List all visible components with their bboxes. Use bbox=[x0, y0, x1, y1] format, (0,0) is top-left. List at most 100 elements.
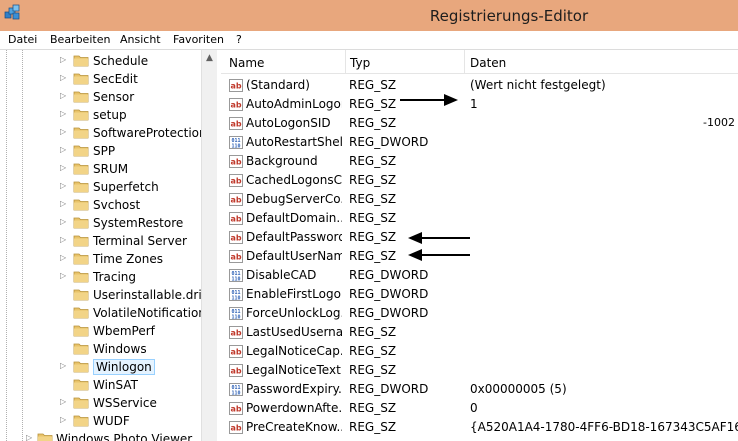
menu-bearbeiten[interactable]: Bearbeiten bbox=[50, 33, 110, 46]
expand-arrow-icon[interactable]: ▷ bbox=[60, 217, 68, 227]
tree-item[interactable]: ▷ Tracing bbox=[0, 268, 216, 286]
tree-item-label: SecEdit bbox=[93, 72, 138, 86]
tree-item-label: Winlogon bbox=[93, 359, 155, 375]
menu-ansicht[interactable]: Ansicht bbox=[120, 33, 161, 46]
expand-arrow-icon[interactable]: ▷ bbox=[60, 361, 68, 371]
column-separator[interactable] bbox=[464, 50, 465, 74]
expand-arrow-icon[interactable]: ▷ bbox=[60, 271, 68, 281]
expand-arrow-icon[interactable]: ▷ bbox=[60, 415, 68, 425]
tree-item[interactable]: ▷ Sensor bbox=[0, 88, 216, 106]
registry-value-row[interactable]: ab Background REG_SZ bbox=[221, 152, 738, 171]
registry-value-row[interactable]: ab LegalNoticeText REG_SZ bbox=[221, 361, 738, 380]
tree-item[interactable]: Userinstallable.drive bbox=[0, 286, 216, 304]
value-type: REG_DWORD bbox=[349, 382, 429, 396]
string-value-icon: ab bbox=[229, 231, 243, 244]
registry-values-list[interactable]: Name Typ Daten ab (Standard) REG_SZ (Wert n… bbox=[221, 50, 738, 441]
value-type: REG_SZ bbox=[349, 78, 397, 92]
column-header-data[interactable]: Daten bbox=[470, 56, 506, 70]
registry-key-tree[interactable]: ▷ Schedule ▷ SecEdit ▷ Sensor ▷ setup ▷ SoftwareP… bbox=[0, 50, 217, 441]
registry-value-row[interactable]: ab DebugServerCo... REG_SZ bbox=[221, 190, 738, 209]
expand-arrow-icon[interactable]: ▷ bbox=[60, 55, 68, 65]
expand-arrow-icon[interactable]: ▷ bbox=[60, 145, 68, 155]
menu-favoriten[interactable]: Favoriten bbox=[173, 33, 224, 46]
expand-arrow-icon[interactable]: ▷ bbox=[60, 253, 68, 263]
tree-item-label: Schedule bbox=[93, 54, 149, 68]
value-name: EnableFirstLogo... bbox=[246, 287, 342, 301]
tree-item[interactable]: ▷ Superfetch bbox=[0, 178, 216, 196]
registry-value-row[interactable]: 011 110 DisableCAD REG_DWORD bbox=[221, 266, 738, 285]
tree-item[interactable]: ▷ Winlogon bbox=[0, 358, 216, 376]
tree-item-label: Windows Photo Viewer bbox=[56, 432, 193, 441]
expand-arrow-icon[interactable]: ▷ bbox=[60, 73, 68, 83]
value-type: REG_SZ bbox=[349, 97, 397, 111]
tree-item[interactable]: ▷ setup bbox=[0, 106, 216, 124]
column-header-type[interactable]: Typ bbox=[350, 56, 370, 70]
svg-text:ab: ab bbox=[230, 424, 241, 433]
value-name: PowerdownAfte... bbox=[246, 401, 342, 415]
expand-arrow-icon[interactable]: ▷ bbox=[60, 199, 68, 209]
registry-value-row[interactable]: 011 110 ForceUnlockLog... REG_DWORD bbox=[221, 304, 738, 323]
registry-value-row[interactable]: 011 110 AutoRestartShell REG_DWORD bbox=[221, 133, 738, 152]
tree-item[interactable]: WinSAT bbox=[0, 376, 216, 394]
expand-arrow-icon[interactable]: ▷ bbox=[60, 91, 68, 101]
tree-item[interactable]: ▷ SRUM bbox=[0, 160, 216, 178]
folder-icon bbox=[73, 199, 89, 211]
value-type: REG_DWORD bbox=[349, 306, 429, 320]
folder-icon bbox=[73, 361, 89, 373]
expand-arrow-icon[interactable]: ▷ bbox=[60, 109, 68, 119]
scroll-up-arrow-icon[interactable]: ▲ bbox=[202, 50, 217, 67]
binary-value-icon: 011110 bbox=[229, 136, 243, 149]
tree-item[interactable]: VolatileNotifications bbox=[0, 304, 216, 322]
tree-item[interactable]: ▷ Windows Photo Viewer bbox=[0, 430, 216, 441]
expand-arrow-icon[interactable]: ▷ bbox=[26, 433, 34, 441]
string-value-icon: ab bbox=[229, 421, 243, 434]
registry-value-row[interactable]: ab PowerdownAfte... REG_SZ 0 bbox=[221, 399, 738, 418]
registry-value-row[interactable]: ab DefaultPassword REG_SZ bbox=[221, 228, 738, 247]
tree-item[interactable]: ▷ Terminal Server bbox=[0, 232, 216, 250]
expand-arrow-icon[interactable]: ▷ bbox=[60, 127, 68, 137]
registry-value-row[interactable]: ab LastUsedUserna... REG_SZ bbox=[221, 323, 738, 342]
folder-icon bbox=[73, 379, 89, 391]
value-type: REG_DWORD bbox=[349, 135, 429, 149]
registry-value-row[interactable]: ab DefaultUserName REG_SZ bbox=[221, 247, 738, 266]
tree-item[interactable]: ▷ SystemRestore bbox=[0, 214, 216, 232]
registry-value-row[interactable]: ab DefaultDomain... REG_SZ bbox=[221, 209, 738, 228]
string-value-icon: ab bbox=[229, 212, 243, 225]
string-value-icon: ab bbox=[229, 193, 243, 206]
title-bar[interactable]: Registrierungs-Editor bbox=[0, 0, 738, 31]
annotation-arrow bbox=[400, 94, 458, 106]
tree-item[interactable]: Windows bbox=[0, 340, 216, 358]
value-data: 1 bbox=[470, 97, 478, 111]
registry-value-row[interactable]: ab LegalNoticeCap... REG_SZ bbox=[221, 342, 738, 361]
expand-arrow-icon[interactable]: ▷ bbox=[60, 235, 68, 245]
expand-arrow-icon[interactable]: ▷ bbox=[60, 397, 68, 407]
tree-item[interactable]: ▷ SPP bbox=[0, 142, 216, 160]
tree-item[interactable]: ▷ Schedule bbox=[0, 52, 216, 70]
registry-value-row[interactable]: ab AutoAdminLogon REG_SZ 1 bbox=[221, 95, 738, 114]
tree-item[interactable]: ▷ Time Zones bbox=[0, 250, 216, 268]
expand-arrow-icon[interactable]: ▷ bbox=[60, 163, 68, 173]
value-type: REG_SZ bbox=[349, 211, 397, 225]
column-header-name[interactable]: Name bbox=[229, 56, 264, 70]
binary-value-icon: 011110 bbox=[229, 307, 243, 320]
tree-item[interactable]: ▷ WSService bbox=[0, 394, 216, 412]
tree-scrollbar[interactable]: ▲ bbox=[201, 50, 217, 441]
value-data-fragment: -1002 bbox=[703, 116, 735, 129]
tree-item[interactable]: ▷ Svchost bbox=[0, 196, 216, 214]
registry-value-row[interactable]: ab CachedLogonsC... REG_SZ bbox=[221, 171, 738, 190]
menu-datei[interactable]: Datei bbox=[8, 33, 37, 46]
column-separator[interactable] bbox=[345, 50, 346, 74]
registry-value-row[interactable]: 011 110 EnableFirstLogo... REG_DWORD bbox=[221, 285, 738, 304]
tree-item[interactable]: ▷ SecEdit bbox=[0, 70, 216, 88]
registry-value-row[interactable]: ab AutoLogonSID REG_SZ -1002 bbox=[221, 114, 738, 133]
tree-item-label: SystemRestore bbox=[93, 216, 184, 230]
registry-value-row[interactable]: ab (Standard) REG_SZ (Wert nicht festgelegt… bbox=[221, 76, 738, 95]
registry-value-row[interactable]: 011 110 PasswordExpiry... REG_DWORD 0x000000… bbox=[221, 380, 738, 399]
value-name: Background bbox=[246, 154, 318, 168]
expand-arrow-icon[interactable]: ▷ bbox=[60, 181, 68, 191]
tree-item[interactable]: WbemPerf bbox=[0, 322, 216, 340]
registry-value-row[interactable]: ab PreCreateKnow... REG_SZ {A520A1A4-1780-4… bbox=[221, 418, 738, 437]
tree-item[interactable]: ▷ WUDF bbox=[0, 412, 216, 430]
menu-help[interactable]: ? bbox=[236, 33, 242, 46]
tree-item[interactable]: ▷ SoftwareProtectionP bbox=[0, 124, 216, 142]
